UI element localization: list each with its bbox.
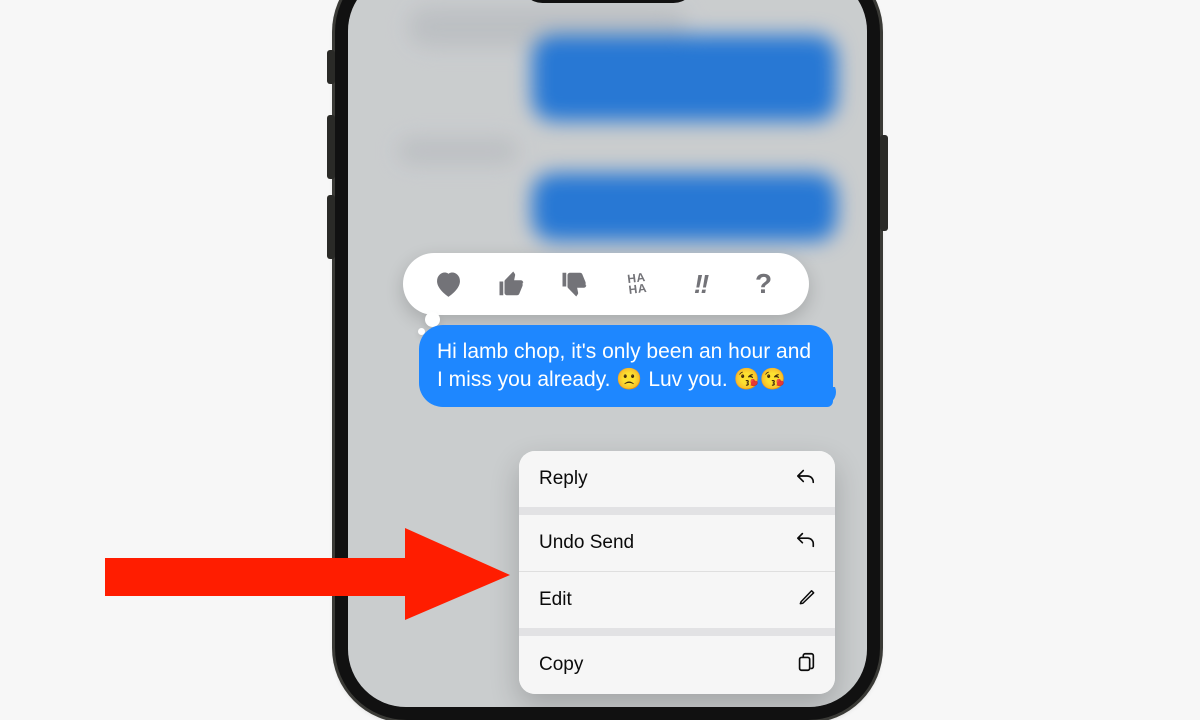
exclaim-icon[interactable]: !! <box>680 263 722 305</box>
thumbs-up-icon[interactable] <box>491 263 533 305</box>
message-text: Hi lamb chop, it's only been an hour and… <box>437 340 811 391</box>
context-menu: Reply Undo Send Edit Copy <box>519 451 835 694</box>
tapback-tray: HAHA !! ? <box>403 253 809 315</box>
edit-icon <box>797 587 817 613</box>
heart-icon[interactable] <box>428 263 470 305</box>
question-icon[interactable]: ? <box>743 263 785 305</box>
notch <box>520 0 695 3</box>
undo-send-item[interactable]: Undo Send <box>519 515 835 571</box>
thumbs-down-icon[interactable] <box>554 263 596 305</box>
menu-item-label: Copy <box>539 654 583 676</box>
focused-message-bubble[interactable]: Hi lamb chop, it's only been an hour and… <box>419 325 833 407</box>
annotation-arrow <box>105 524 515 624</box>
bubble-tail <box>818 387 840 409</box>
menu-divider <box>519 507 835 515</box>
undo-icon <box>795 530 817 556</box>
power-button <box>880 135 888 231</box>
edit-item[interactable]: Edit <box>519 571 835 628</box>
volume-down-button <box>327 195 335 259</box>
menu-divider <box>519 628 835 636</box>
volume-up-button <box>327 115 335 179</box>
mute-switch <box>327 50 335 84</box>
menu-item-label: Reply <box>539 468 588 490</box>
reply-icon <box>795 466 817 492</box>
haha-icon[interactable]: HAHA <box>617 263 659 305</box>
reply-item[interactable]: Reply <box>519 451 835 507</box>
menu-item-label: Undo Send <box>539 532 634 554</box>
copy-item[interactable]: Copy <box>519 636 835 694</box>
menu-item-label: Edit <box>539 589 572 611</box>
